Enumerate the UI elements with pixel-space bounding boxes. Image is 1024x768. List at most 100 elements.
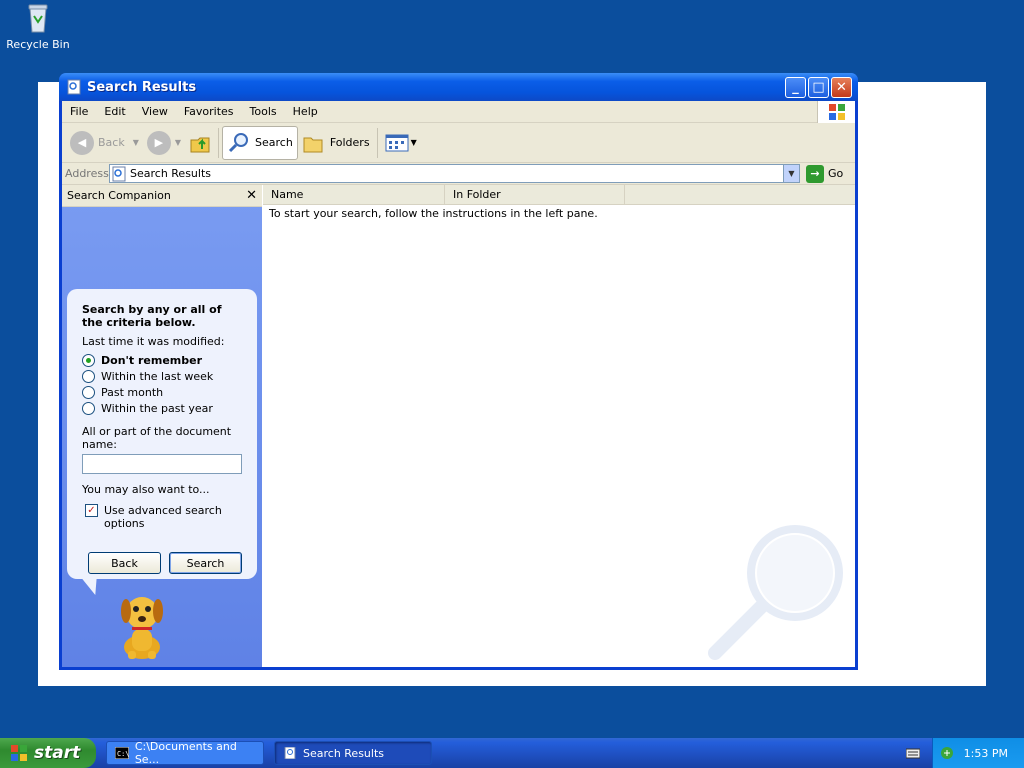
companion-header: Search Companion ✕	[62, 185, 262, 207]
address-label: Address	[65, 167, 109, 180]
search-dog-icon	[121, 597, 163, 659]
search-label: Search	[255, 136, 293, 149]
menu-favorites[interactable]: Favorites	[176, 105, 242, 118]
magnifier-watermark-icon	[708, 525, 843, 660]
document-name-input[interactable]	[82, 454, 242, 474]
menu-file[interactable]: File	[62, 105, 96, 118]
search-balloon: Search by any or all of the criteria bel…	[67, 289, 257, 579]
menu-edit[interactable]: Edit	[96, 105, 133, 118]
windows-logo-icon	[817, 101, 855, 123]
recycle-bin-shortcut[interactable]: Recycle Bin	[6, 2, 70, 51]
up-folder-button[interactable]	[185, 126, 215, 160]
radio-icon	[82, 385, 95, 399]
toolbar-separator	[218, 127, 220, 158]
minimize-button[interactable]: _	[785, 76, 806, 98]
folders-label: Folders	[329, 136, 370, 149]
results-column-header: Name In Folder	[263, 185, 855, 205]
address-value: Search Results	[130, 167, 212, 180]
also-label: You may also want to...	[82, 483, 210, 496]
menu-tools[interactable]: Tools	[242, 105, 285, 118]
go-arrow-icon: →	[806, 164, 824, 183]
radio-selected-icon	[82, 353, 95, 367]
start-label: start	[34, 743, 81, 763]
criteria-heading: Search by any or all of the criteria bel…	[82, 303, 222, 329]
column-in-folder[interactable]: In Folder	[445, 185, 625, 204]
network-icon[interactable]	[940, 746, 954, 760]
toolbar: ◀ Back ▼ ▶ ▼ Search Folders ▼	[62, 123, 855, 163]
search-results-icon	[284, 747, 296, 759]
title-bar[interactable]: Search Results _ □ ✕	[59, 73, 858, 101]
back-button[interactable]: ◀ Back ▼	[66, 126, 143, 160]
recycle-bin-icon	[22, 2, 54, 34]
radio-icon	[82, 401, 95, 415]
balloon-buttons: Back Search	[82, 552, 243, 574]
checkbox-checked-icon: ✓	[85, 504, 98, 517]
radio-label: Within the last week	[101, 369, 214, 383]
name-label: All or part of the document name:	[82, 425, 232, 451]
search-results-icon	[112, 166, 126, 181]
forward-button[interactable]: ▶ ▼	[143, 126, 185, 160]
window-client: File Edit View Favorites Tools Help ◀ Ba…	[62, 101, 855, 667]
back-arrow-icon: ◀	[70, 130, 94, 155]
up-folder-icon	[190, 137, 210, 152]
toolbar-separator	[376, 127, 378, 158]
svg-text:C:\: C:\	[117, 750, 129, 758]
folders-button[interactable]: Folders	[298, 126, 374, 160]
radio-icon	[82, 369, 95, 383]
search-results-window: Search Results _ □ ✕ File Edit View Favo…	[59, 73, 858, 670]
main-area: Search Companion ✕ Search by any or all …	[62, 185, 855, 667]
maximize-button[interactable]: □	[808, 76, 829, 98]
go-button[interactable]: → Go	[806, 164, 852, 183]
radio-dont-remember[interactable]: Don't remember	[82, 352, 243, 368]
recycle-bin-label: Recycle Bin	[6, 38, 70, 51]
task-command-prompt[interactable]: C:\ C:\Documents and Se...	[106, 740, 264, 766]
forward-dropdown-icon[interactable]: ▼	[175, 138, 181, 147]
windows-flag-icon	[11, 745, 27, 761]
balloon-tail	[80, 577, 104, 595]
task-search-results[interactable]: Search Results	[274, 741, 432, 765]
menu-help[interactable]: Help	[285, 105, 326, 118]
address-dropdown-icon[interactable]: ▼	[783, 165, 799, 182]
views-button[interactable]: ▼	[381, 126, 421, 160]
menu-view[interactable]: View	[134, 105, 176, 118]
radio-past-month[interactable]: Past month	[82, 384, 243, 400]
modified-label: Last time it was modified:	[82, 335, 225, 348]
companion-search-button[interactable]: Search	[169, 552, 242, 574]
companion-back-button[interactable]: Back	[88, 552, 161, 574]
back-dropdown-icon[interactable]: ▼	[133, 138, 139, 147]
views-icon	[385, 134, 409, 151]
companion-title: Search Companion	[67, 189, 171, 202]
close-companion-icon[interactable]: ✕	[246, 188, 257, 203]
radio-last-week[interactable]: Within the last week	[82, 368, 243, 384]
task-label: Search Results	[303, 746, 385, 760]
window-title: Search Results	[87, 79, 197, 95]
radio-label: Within the past year	[101, 401, 213, 415]
system-tray: 1:53 PM	[932, 738, 1024, 768]
command-prompt-icon: C:\	[115, 747, 129, 759]
results-pane: Name In Folder To start your search, fol…	[263, 185, 855, 667]
radio-past-year[interactable]: Within the past year	[82, 400, 243, 416]
taskbar: start C:\ C:\Documents and Se... Search …	[0, 738, 1024, 768]
go-label: Go	[828, 167, 844, 180]
radio-label: Past month	[101, 385, 164, 399]
search-companion-pane: Search Companion ✕ Search by any or all …	[62, 185, 263, 667]
advanced-options-checkbox[interactable]: ✓ Use advanced search options	[82, 504, 243, 530]
start-button[interactable]: start	[0, 738, 96, 768]
close-button[interactable]: ✕	[831, 76, 852, 98]
window-icon	[67, 79, 81, 95]
back-label: Back	[98, 136, 125, 149]
search-button[interactable]: Search	[222, 125, 298, 160]
radio-label: Don't remember	[101, 353, 203, 367]
keyboard-icon[interactable]	[906, 747, 920, 759]
views-dropdown-icon: ▼	[410, 138, 417, 147]
address-field[interactable]: Search Results ▼	[109, 164, 800, 183]
clock[interactable]: 1:53 PM	[964, 747, 1008, 760]
address-bar: Address Search Results ▼ → Go	[62, 163, 855, 185]
advanced-options-label: Use advanced search options	[104, 504, 222, 530]
forward-arrow-icon: ▶	[146, 130, 171, 155]
menu-bar: File Edit View Favorites Tools Help	[62, 101, 855, 123]
results-message: To start your search, follow the instruc…	[269, 207, 598, 220]
column-name[interactable]: Name	[263, 185, 445, 204]
task-label: C:\Documents and Se...	[134, 740, 237, 766]
search-icon	[228, 132, 249, 152]
